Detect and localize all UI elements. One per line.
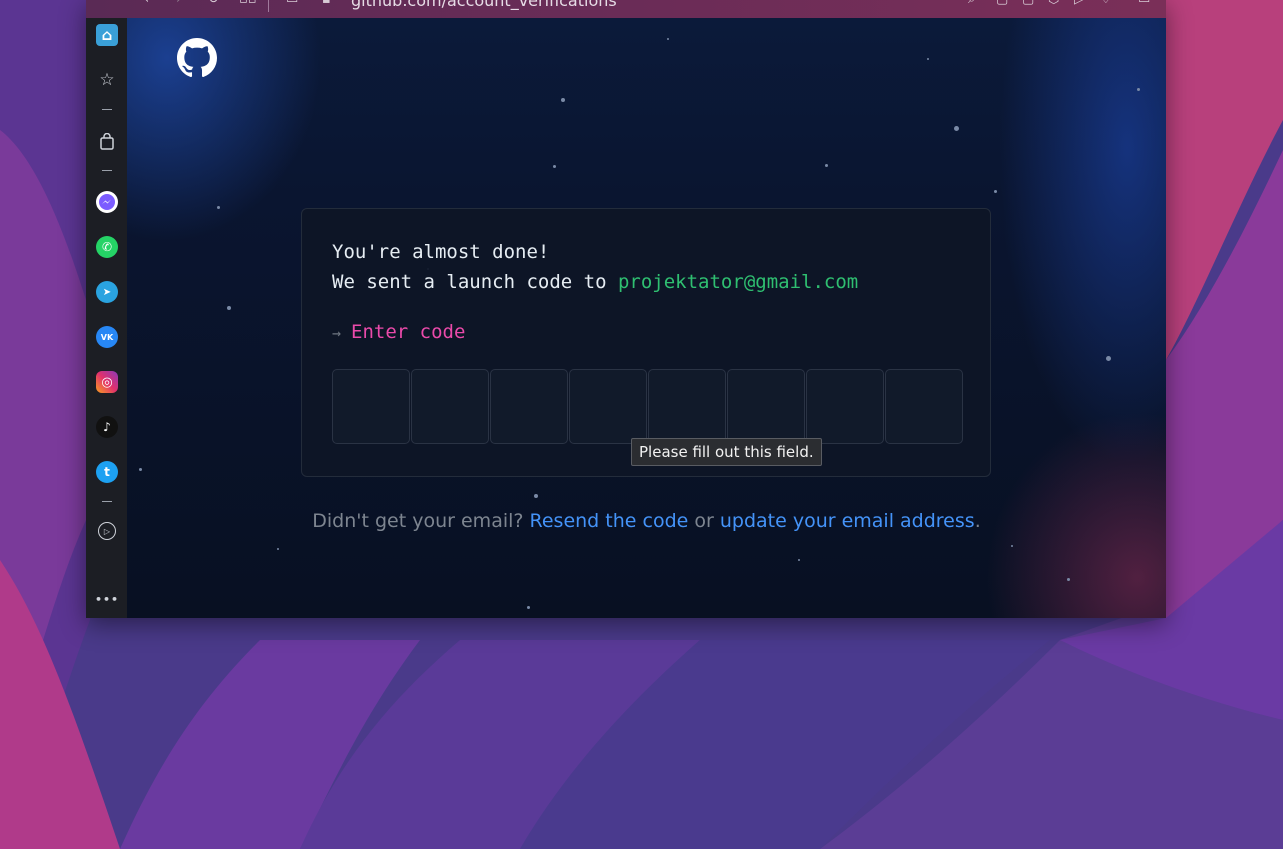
code-digit-input[interactable]: [490, 369, 568, 444]
update-email-link[interactable]: update your email address: [720, 510, 975, 532]
star-dot: [1011, 545, 1013, 547]
browser-sidebar: ⌂ ☆ ✆ ➤ VK ◎ ♪ t ▷ •••: [86, 18, 127, 618]
browser-toolbar: ‹ › ↻ ▫▫ ▭ ▪ github.com/account_verifica…: [86, 0, 1166, 18]
enter-code-text: Enter code: [351, 321, 466, 343]
star-dot: [927, 58, 929, 60]
almost-done-heading: You're almost done!: [332, 241, 550, 263]
code-digit-input[interactable]: [648, 369, 726, 444]
sidebar-divider: [102, 501, 112, 502]
footer-or: or: [688, 510, 720, 532]
code-digit-input[interactable]: [332, 369, 410, 444]
star-dot: [1067, 578, 1070, 581]
code-digit-input[interactable]: [727, 369, 805, 444]
arrow-right-icon: →: [332, 324, 342, 342]
browser-window: ‹ › ↻ ▫▫ ▭ ▪ github.com/account_verifica…: [86, 0, 1166, 618]
search-icon[interactable]: ⌕: [968, 0, 975, 8]
whatsapp-icon[interactable]: ✆: [96, 236, 118, 258]
shield-icon[interactable]: ⬡: [1048, 0, 1059, 8]
star-dot: [954, 126, 959, 131]
verification-card: You're almost done! We sent a launch cod…: [301, 208, 991, 477]
star-dot: [553, 165, 556, 168]
twitter-icon[interactable]: t: [96, 461, 118, 483]
star-dot: [825, 164, 828, 167]
star-dot: [1137, 88, 1140, 91]
code-digit-input[interactable]: [411, 369, 489, 444]
tiktok-icon[interactable]: ♪: [96, 416, 118, 438]
sidebar-divider: [102, 109, 112, 110]
bookmarks-icon[interactable]: ☆: [96, 69, 118, 91]
code-digit-input[interactable]: [806, 369, 884, 444]
site-info-icon[interactable]: ▭: [286, 0, 298, 8]
email-address: projektator@gmail.com: [617, 271, 859, 293]
footer-prefix: Didn't get your email?: [312, 510, 530, 532]
reload-icon[interactable]: ↻: [208, 0, 219, 8]
star-dot: [227, 306, 231, 310]
star-dot: [667, 38, 669, 40]
tabs-icon[interactable]: ▫▫: [239, 0, 257, 8]
resend-footer: Didn't get your email? Resend the code o…: [127, 510, 1166, 532]
player-icon[interactable]: ▷: [98, 522, 116, 540]
sent-code-message: We sent a launch code to projektator@gma…: [332, 271, 858, 293]
star-dot: [798, 559, 800, 561]
vk-icon[interactable]: VK: [96, 326, 118, 348]
footer-suffix: .: [974, 510, 981, 532]
telegram-icon[interactable]: ➤: [96, 281, 118, 303]
star-dot: [527, 606, 530, 609]
sidebar-divider: [102, 170, 112, 171]
heart-icon[interactable]: ♡: [1100, 0, 1112, 8]
more-icon[interactable]: •••: [95, 588, 118, 610]
bag-icon[interactable]: ▢: [1022, 0, 1034, 8]
messenger-icon[interactable]: [96, 191, 118, 213]
code-input-group: [332, 369, 964, 444]
resend-code-link[interactable]: Resend the code: [530, 510, 689, 532]
github-logo-icon[interactable]: [177, 38, 217, 78]
lock-icon: ▪: [322, 0, 331, 8]
home-icon[interactable]: ⌂: [96, 24, 118, 46]
back-icon[interactable]: ‹: [144, 0, 149, 8]
address-bar[interactable]: github.com/account_verifications: [351, 0, 617, 10]
star-dot: [1106, 356, 1111, 361]
forward-icon[interactable]: ›: [176, 0, 181, 8]
enter-code-label: → Enter code: [332, 321, 465, 343]
star-dot: [994, 190, 997, 193]
star-dot: [561, 98, 565, 102]
page-content: You're almost done! We sent a launch cod…: [127, 18, 1166, 618]
code-digit-input[interactable]: [569, 369, 647, 444]
code-digit-input[interactable]: [885, 369, 963, 444]
toolbar-divider: [268, 0, 269, 12]
play-icon[interactable]: ▷: [1074, 0, 1084, 8]
menu-icon[interactable]: ▭: [1138, 0, 1150, 8]
validation-tooltip: Please fill out this field.: [631, 438, 822, 466]
star-dot: [277, 548, 279, 550]
shopping-bag-icon[interactable]: [96, 130, 118, 152]
star-dot: [139, 468, 142, 471]
instagram-icon[interactable]: ◎: [96, 371, 118, 393]
star-dot: [534, 494, 538, 498]
star-dot: [217, 206, 220, 209]
snapshot-icon[interactable]: ▢: [996, 0, 1008, 8]
sent-code-prefix: We sent a launch code to: [332, 271, 618, 293]
